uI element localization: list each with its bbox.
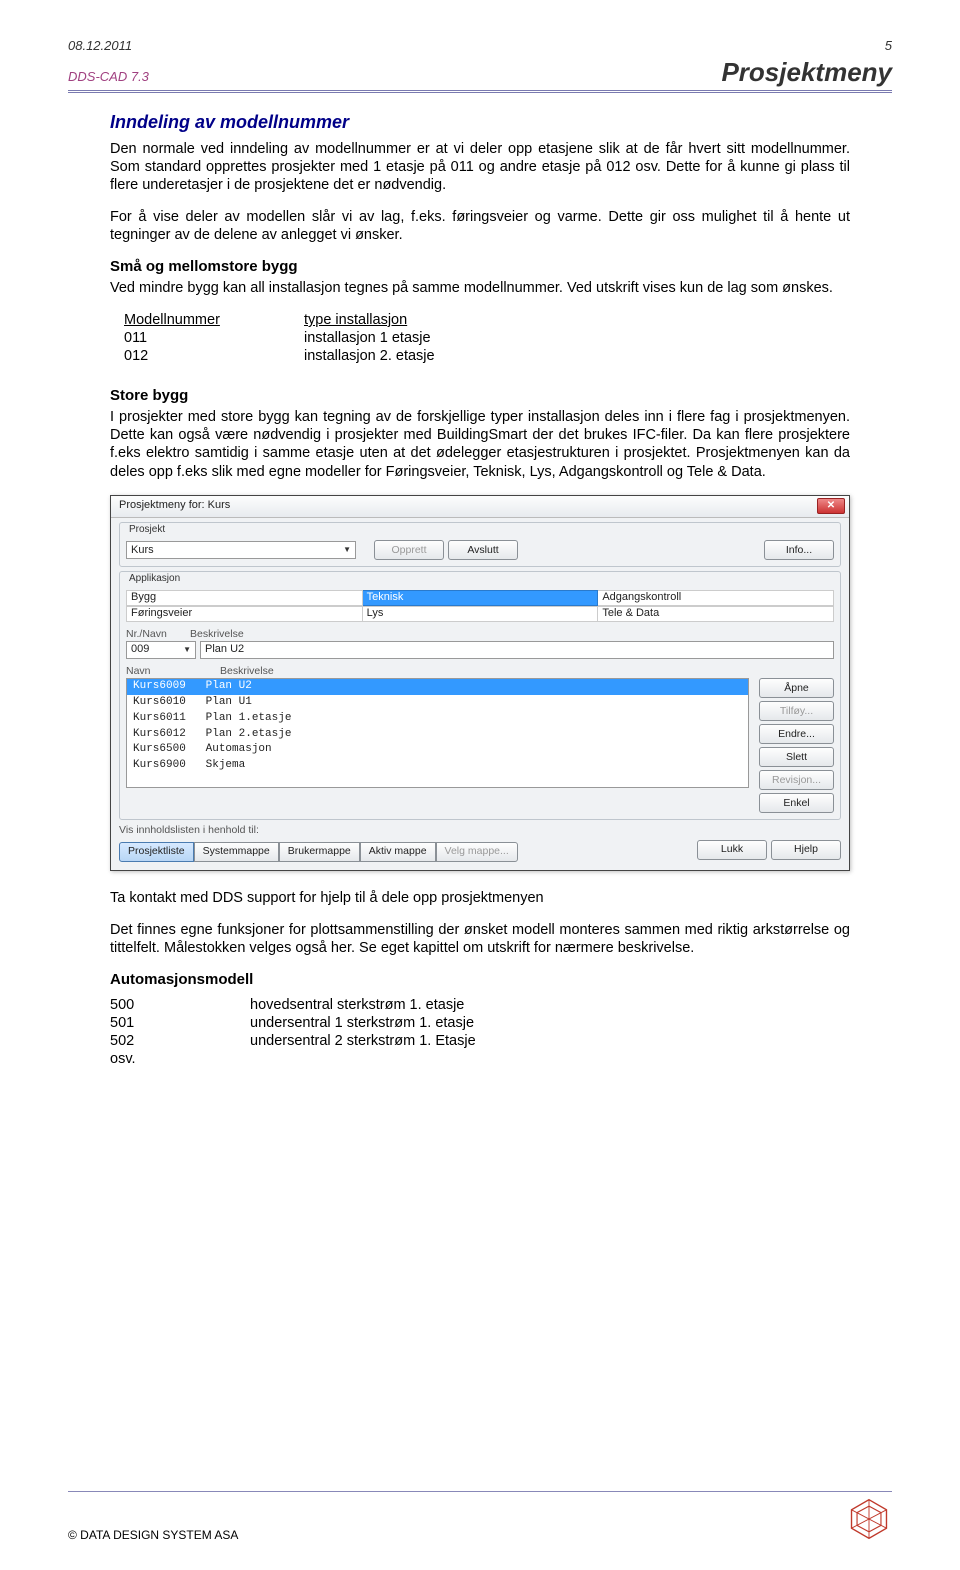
- table-cell: osv.: [110, 1050, 250, 1068]
- chevron-down-icon: ▼: [343, 545, 351, 555]
- dds-logo-icon: [846, 1496, 892, 1542]
- table-cell: 500: [110, 996, 250, 1014]
- toggle-systemmappe[interactable]: Systemmappe: [194, 842, 279, 862]
- section-heading-automasjon: Automasjonsmodell: [110, 971, 850, 990]
- paragraph: I prosjekter med store bygg kan tegning …: [110, 408, 850, 481]
- list-item[interactable]: Kurs6012 Plan 2.etasje: [127, 727, 748, 743]
- label-vis: Vis innholdslisten i henhold til:: [119, 824, 841, 837]
- nr-dropdown[interactable]: 009 ▼: [126, 641, 196, 659]
- toggle-aktivmappe[interactable]: Aktiv mappe: [360, 842, 436, 862]
- header-page-number: 5: [885, 38, 892, 53]
- model-list[interactable]: Kurs6009 Plan U2 Kurs6010 Plan U1 Kurs60…: [126, 678, 749, 788]
- label-nr: Nr./Navn: [126, 628, 186, 641]
- prosjekt-dropdown[interactable]: Kurs ▼: [126, 541, 356, 559]
- header-product: DDS-CAD 7.3: [68, 69, 149, 84]
- footer-copyright: © DATA DESIGN SYSTEM ASA: [68, 1528, 238, 1542]
- list-item[interactable]: Kurs6011 Plan 1.etasje: [127, 711, 748, 727]
- close-icon[interactable]: ✕: [817, 498, 845, 514]
- paragraph: Ta kontakt med DDS support for hjelp til…: [110, 889, 850, 907]
- list-item[interactable]: Kurs6010 Plan U1: [127, 695, 748, 711]
- app-cell-foringsveier[interactable]: Føringsveier: [126, 606, 363, 622]
- app-cell-teknisk[interactable]: Teknisk: [363, 590, 599, 606]
- automasjon-table: 500hovedsentral sterkstrøm 1. etasje 501…: [110, 996, 850, 1069]
- list-item[interactable]: Kurs6900 Skjema: [127, 758, 748, 774]
- revisjon-button[interactable]: Revisjon...: [759, 770, 834, 790]
- table-cell: 502: [110, 1032, 250, 1050]
- model-table: Modellnummer type installasjon 011 insta…: [124, 311, 850, 365]
- paragraph: Den normale ved inndeling av modellnumme…: [110, 140, 850, 194]
- table-cell: undersentral 1 sterkstrøm 1. etasje: [250, 1014, 474, 1032]
- section-heading-store: Store bygg: [110, 387, 850, 406]
- app-cell-adgang[interactable]: Adgangskontroll: [598, 590, 834, 606]
- group-label-prosjekt: Prosjekt: [126, 524, 168, 537]
- app-cell-bygg[interactable]: Bygg: [126, 590, 363, 606]
- paragraph: Det finnes egne funksjoner for plottsamm…: [110, 921, 850, 957]
- table-cell: installasjon 1 etasje: [304, 329, 431, 347]
- beskrivelse-field[interactable]: Plan U2: [200, 641, 834, 659]
- section-heading-smaa: Små og mellomstore bygg: [110, 258, 850, 277]
- table-cell: installasjon 2. etasje: [304, 347, 435, 365]
- label-navn: Navn: [126, 665, 216, 678]
- enkel-button[interactable]: Enkel: [759, 793, 834, 813]
- table-header: Modellnummer: [124, 311, 304, 329]
- app-cell-tele[interactable]: Tele & Data: [598, 606, 834, 622]
- paragraph: For å vise deler av modellen slår vi av …: [110, 208, 850, 244]
- chevron-down-icon: ▼: [183, 645, 191, 655]
- paragraph: Ved mindre bygg kan all installasjon teg…: [110, 279, 850, 297]
- lukk-button[interactable]: Lukk: [697, 840, 767, 860]
- header-date: 08.12.2011: [68, 38, 132, 53]
- table-header: type installasjon: [304, 311, 407, 329]
- list-item[interactable]: Kurs6009 Plan U2: [127, 679, 748, 695]
- list-item[interactable]: Kurs6500 Automasjon: [127, 742, 748, 758]
- slett-button[interactable]: Slett: [759, 747, 834, 767]
- toggle-velgmappe[interactable]: Velg mappe...: [436, 842, 518, 862]
- label-beskrivelse2: Beskrivelse: [220, 665, 274, 678]
- group-label-applikasjon: Applikasjon: [126, 573, 183, 586]
- prosjekt-value: Kurs: [131, 544, 154, 558]
- dialog-title: Prosjektmeny for: Kurs: [119, 499, 230, 513]
- page-title: Prosjektmeny: [721, 57, 892, 88]
- nr-value: 009: [131, 643, 149, 657]
- table-cell: hovedsentral sterkstrøm 1. etasje: [250, 996, 464, 1014]
- table-cell: 011: [124, 329, 304, 347]
- table-cell: 012: [124, 347, 304, 365]
- table-cell: undersentral 2 sterkstrøm 1. Etasje: [250, 1032, 476, 1050]
- section-heading-inndeling: Inndeling av modellnummer: [110, 111, 850, 134]
- table-cell: 501: [110, 1014, 250, 1032]
- toggle-prosjektliste[interactable]: Prosjektliste: [119, 842, 194, 862]
- tilfoy-button[interactable]: Tilføy...: [759, 701, 834, 721]
- label-beskrivelse: Beskrivelse: [190, 628, 244, 641]
- toggle-brukermappe[interactable]: Brukermappe: [279, 842, 360, 862]
- dialog-prosjektmeny: Prosjektmeny for: Kurs ✕ Prosjekt Kurs ▼…: [110, 495, 850, 871]
- apne-button[interactable]: Åpne: [759, 678, 834, 698]
- hjelp-button[interactable]: Hjelp: [771, 840, 841, 860]
- endre-button[interactable]: Endre...: [759, 724, 834, 744]
- app-cell-lys[interactable]: Lys: [363, 606, 599, 622]
- opprett-button[interactable]: Opprett: [374, 540, 444, 560]
- avslutt-button[interactable]: Avslutt: [448, 540, 518, 560]
- info-button[interactable]: Info...: [764, 540, 834, 560]
